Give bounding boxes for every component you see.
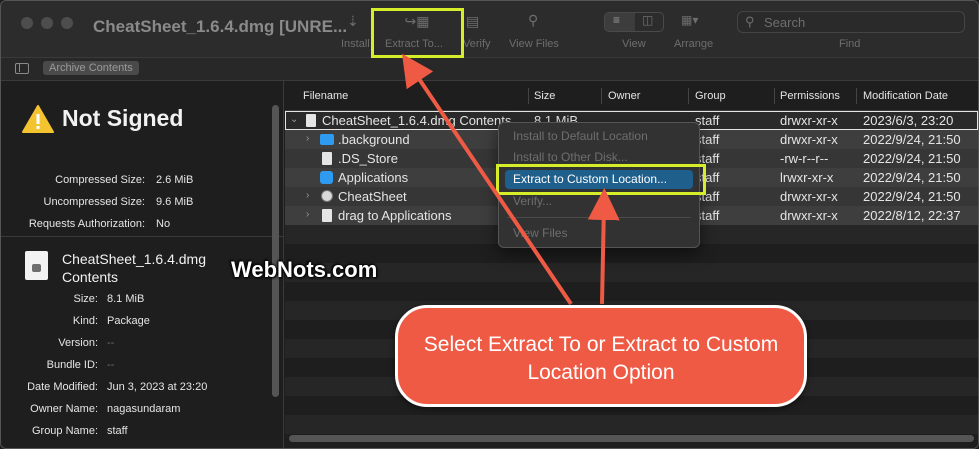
permissions-cell: drwxr-xr-x: [780, 132, 838, 147]
search-field[interactable]: ⚲ Search: [737, 11, 965, 33]
column-header-size[interactable]: Size: [534, 90, 555, 102]
file-name-line1: CheatSheet_1.6.4.dmg: [62, 251, 206, 267]
filename-cell: drag to Applications: [338, 208, 452, 223]
document-icon: [306, 114, 316, 127]
inspector-scrollbar[interactable]: [272, 105, 279, 397]
path-bar: Archive Contents: [1, 57, 978, 81]
horizontal-scrollbar[interactable]: [289, 435, 974, 442]
date-modified-label: Date Modified:: [27, 381, 98, 393]
document-icon: [322, 152, 332, 165]
magnifier-icon[interactable]: ⚲: [528, 12, 538, 29]
compressed-size-value: 2.6 MiB: [156, 174, 194, 186]
permissions-cell: drwxr-xr-x: [780, 113, 838, 128]
disclosure-closed-icon[interactable]: ›: [306, 209, 309, 220]
permissions-cell: lrwxr-xr-x: [780, 170, 834, 185]
date-cell: 2022/9/24, 21:50: [863, 189, 961, 204]
arrange-button[interactable]: Arrange: [674, 38, 713, 50]
selected-file-name: CheatSheet_1.6.4.dmg Contents: [62, 250, 206, 286]
webnots-watermark: WebNots.com: [231, 257, 378, 282]
archive-utility-window: CheatSheet_1.6.4.dmg [UNRE... ⇣ Install …: [0, 0, 979, 449]
disclosure-closed-icon[interactable]: ›: [306, 190, 309, 201]
list-view-icon[interactable]: ≡: [613, 13, 620, 27]
date-modified-value: Jun 3, 2023 at 23:20: [107, 381, 208, 393]
close-window-button[interactable]: [21, 17, 33, 29]
document-icon: [322, 209, 332, 222]
disk-image-file-icon: [25, 251, 48, 280]
date-cell: 2022/8/12, 22:37: [863, 208, 961, 223]
view-files-button[interactable]: View Files: [509, 38, 559, 50]
search-icon: ⚲: [745, 14, 755, 29]
size-label: Size:: [73, 293, 98, 305]
instruction-callout: Select Extract To or Extract to Custom L…: [395, 305, 807, 407]
compressed-size-label: Compressed Size:: [55, 174, 145, 186]
install-icon[interactable]: ⇣: [347, 13, 359, 30]
empty-row: [285, 415, 978, 434]
minimize-window-button[interactable]: [41, 17, 53, 29]
disclosure-closed-icon[interactable]: ›: [306, 133, 309, 144]
bundle-id-value: --: [107, 359, 115, 371]
uncompressed-size-value: 9.6 MiB: [156, 196, 194, 208]
arrange-icon[interactable]: ▦▾: [681, 13, 698, 27]
install-button-label[interactable]: Install: [341, 38, 370, 50]
menu-item-install-default[interactable]: Install to Default Location: [505, 127, 693, 146]
column-header-permissions[interactable]: Permissions: [780, 90, 840, 102]
kind-label: Kind:: [72, 315, 98, 327]
folder-icon: [320, 134, 334, 145]
kind-value: Package: [107, 315, 150, 327]
owner-name-label: Owner Name:: [30, 403, 98, 415]
filename-cell: Applications: [338, 170, 409, 185]
inspector-divider: [1, 236, 283, 237]
permissions-cell: drwxr-xr-x: [780, 189, 838, 204]
requests-authorization-label: Requests Authorization:: [28, 218, 145, 230]
requests-authorization-value: No: [156, 218, 171, 230]
size-value: 8.1 MiB: [107, 293, 145, 305]
toolbar: CheatSheet_1.6.4.dmg [UNRE... ⇣ Install …: [1, 1, 978, 57]
filename-cell: .background: [338, 132, 410, 147]
version-value: --: [107, 337, 115, 349]
extract-custom-highlight: [496, 164, 706, 195]
column-view-icon[interactable]: ◫: [642, 13, 653, 27]
owner-name-value: nagasundaram: [107, 403, 181, 415]
list-header: Filename Size Owner Group Permissions Mo…: [285, 81, 978, 111]
verify-icon[interactable]: ▤: [466, 13, 479, 30]
sidebar-toggle-icon[interactable]: [15, 63, 29, 74]
permissions-cell: -rw-r--r--: [780, 151, 829, 166]
column-header-group[interactable]: Group: [695, 90, 726, 102]
disclosure-open-icon[interactable]: ⌄: [290, 114, 298, 125]
verify-button[interactable]: Verify: [463, 38, 491, 50]
warning-icon: [22, 105, 54, 133]
signature-status-title: Not Signed: [62, 105, 184, 131]
applications-folder-icon: [320, 171, 333, 184]
date-cell: 2023/6/3, 23:20: [863, 113, 954, 128]
extract-to-highlight: [371, 8, 464, 58]
filename-cell: CheatSheet_1.6.4.dmg Contents: [322, 113, 512, 128]
menu-item-view-files[interactable]: View Files: [505, 224, 693, 243]
empty-row: [285, 263, 978, 282]
column-header-owner[interactable]: Owner: [608, 90, 640, 102]
uncompressed-size-label: Uncompressed Size:: [43, 196, 146, 208]
window-title: CheatSheet_1.6.4.dmg [UNRE...: [93, 17, 348, 36]
zoom-window-button[interactable]: [61, 17, 73, 29]
view-label: View: [622, 38, 646, 50]
callout-text: Select Extract To or Extract to Custom L…: [423, 333, 779, 384]
archive-contents-chip[interactable]: Archive Contents: [43, 61, 139, 75]
filename-cell: .DS_Store: [338, 151, 398, 166]
group-name-label: Group Name:: [31, 425, 98, 437]
view-mode-segmented-control[interactable]: ≡ ◫: [604, 12, 664, 32]
find-label: Find: [839, 38, 861, 50]
column-header-filename[interactable]: Filename: [303, 90, 348, 102]
date-cell: 2022/9/24, 21:50: [863, 132, 961, 147]
filename-cell: CheatSheet: [338, 189, 407, 204]
file-name-line2: Contents: [62, 269, 119, 285]
group-name-value: staff: [107, 425, 128, 437]
empty-row: [285, 282, 978, 301]
date-cell: 2022/9/24, 21:50: [863, 151, 961, 166]
column-header-modification-date[interactable]: Modification Date: [863, 90, 948, 102]
cheatsheet-app-icon: [321, 190, 333, 202]
permissions-cell: drwxr-xr-x: [780, 208, 838, 223]
date-cell: 2022/9/24, 21:50: [863, 170, 961, 185]
bundle-id-label: Bundle ID:: [46, 359, 98, 371]
search-placeholder: Search: [764, 15, 806, 30]
version-label: Version:: [58, 337, 98, 349]
